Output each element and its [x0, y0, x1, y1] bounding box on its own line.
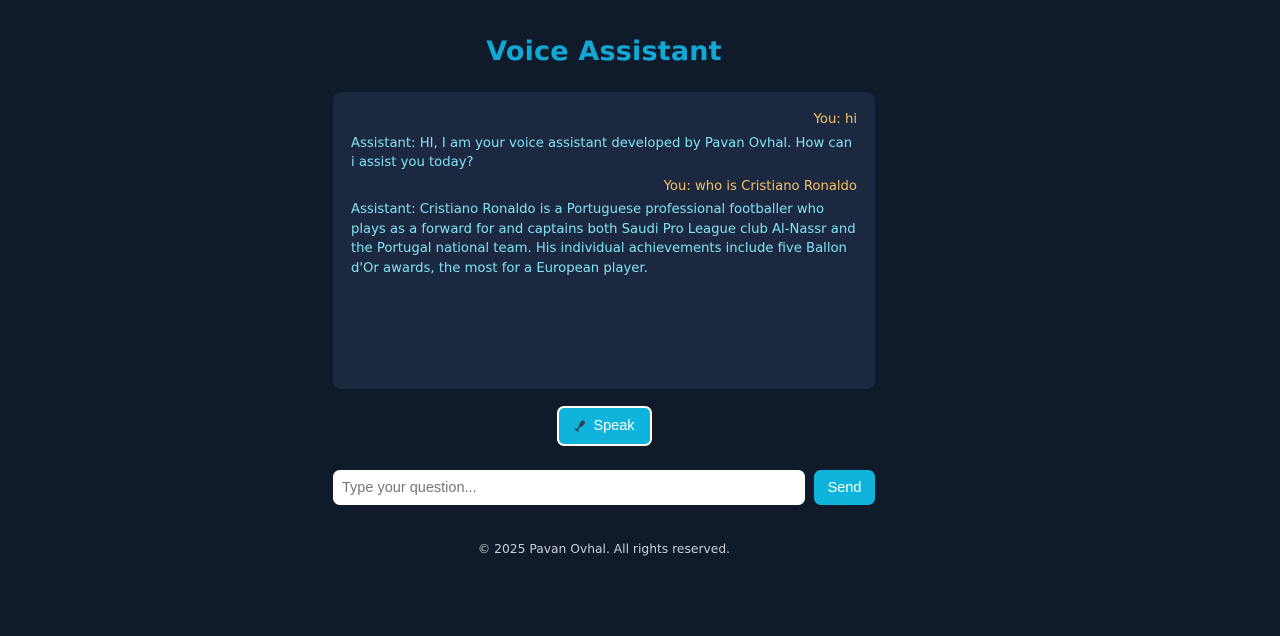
- speak-button[interactable]: Speak: [555, 405, 653, 447]
- footer-copyright: © 2025 Pavan Ovhal. All rights reserved.: [477, 542, 731, 556]
- user-message: You: who is Cristiano Ronaldo: [663, 178, 857, 194]
- chat-log[interactable]: You: hi Assistant: HI, I am your voice a…: [333, 92, 875, 389]
- send-button[interactable]: Send: [814, 470, 875, 505]
- question-row: Send: [333, 470, 875, 505]
- assistant-message: Assistant: Cristiano Ronaldo is a Portug…: [351, 202, 856, 276]
- speak-row: Speak: [0, 405, 1280, 447]
- question-input[interactable]: [333, 470, 805, 505]
- assistant-message: Assistant: HI, I am your voice assistant…: [351, 135, 853, 171]
- user-message: You: hi: [813, 112, 857, 127]
- voice-assistant-app: Voice Assistant You: hi Assistant: HI, I…: [0, 0, 1280, 636]
- microphone-icon: [573, 419, 587, 433]
- page-title: Voice Assistant: [486, 36, 722, 67]
- speak-button-label: Speak: [593, 418, 635, 434]
